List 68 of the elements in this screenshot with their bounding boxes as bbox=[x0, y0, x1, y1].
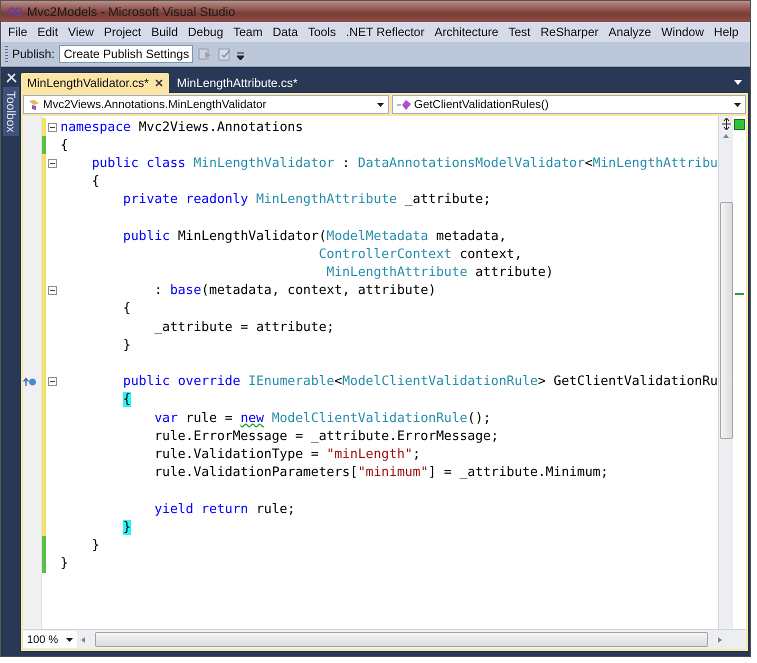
class-icon bbox=[28, 98, 40, 110]
collapse-icon[interactable] bbox=[48, 286, 57, 296]
menu-item[interactable]: Help bbox=[708, 25, 744, 39]
code-line: MinLengthAttribute attribute) bbox=[326, 265, 554, 280]
caret-icon bbox=[66, 638, 74, 642]
vertical-scrollbar-thumb[interactable] bbox=[720, 202, 733, 439]
menu-item[interactable]: .NET Reflector bbox=[340, 25, 430, 39]
code-line: { bbox=[60, 138, 68, 153]
menu-item[interactable]: Architecture bbox=[429, 25, 504, 39]
code-line: : base(metadata, context, attribute) bbox=[154, 283, 436, 298]
type-dropdown[interactable]: Mvc2Views.Annotations.MinLengthValidator bbox=[23, 95, 389, 114]
member-dropdown[interactable]: GetClientValidationRules() bbox=[392, 95, 746, 114]
code-line: yield return rule; bbox=[154, 502, 296, 517]
code-line: rule.ValidationParameters["minimum"] = _attribute.Minimum; bbox=[154, 465, 608, 480]
document-tab[interactable]: MinLengthAttribute.cs* bbox=[170, 73, 304, 93]
code-line: } bbox=[123, 338, 131, 353]
zoom-dropdown[interactable]: 100 % bbox=[23, 631, 78, 648]
menu-item[interactable]: Window bbox=[656, 25, 709, 39]
code-line: public class MinLengthValidator : DataAnnotationsModelValidator<MinLengthAttribu bbox=[92, 156, 718, 171]
code-line: rule.ValidationType = "minLength"; bbox=[154, 446, 420, 462]
code-line: ControllerContext context, bbox=[318, 246, 522, 262]
collapse-icon[interactable] bbox=[48, 122, 57, 132]
menu-item[interactable]: File bbox=[3, 25, 32, 39]
publish-settings-dropdown[interactable]: Create Publish Settings bbox=[58, 45, 193, 63]
code-line: public override IEnumerable<ModelClientValidationRule> GetClientValidationRu bbox=[123, 374, 718, 390]
tab-list-caret-icon[interactable] bbox=[734, 80, 742, 85]
menu-item[interactable]: View bbox=[63, 25, 99, 39]
collapse-icon[interactable] bbox=[48, 377, 57, 386]
code-line: } bbox=[92, 538, 100, 553]
toolbox-icon[interactable] bbox=[4, 71, 18, 84]
horizontal-scrollbar-thumb[interactable] bbox=[95, 632, 708, 647]
menu-item[interactable]: Data bbox=[268, 25, 303, 39]
scroll-right-icon[interactable] bbox=[718, 636, 722, 642]
scroll-left-icon[interactable] bbox=[81, 636, 86, 642]
code-line: { bbox=[123, 301, 131, 316]
menu-item[interactable]: Build bbox=[146, 25, 183, 39]
code-line: var rule = new ModelClientValidationRule(); bbox=[154, 410, 491, 426]
document-tab[interactable]: MinLengthValidator.cs* bbox=[21, 73, 169, 93]
publish-label: Publish: bbox=[12, 47, 55, 61]
code-line: public MinLengthValidator(ModelMetadata metadata, bbox=[123, 228, 507, 244]
menu-item[interactable]: Debug bbox=[182, 25, 228, 39]
status-square-icon bbox=[734, 119, 746, 130]
code-line: private readonly MinLengthAttribute _attribute; bbox=[123, 192, 491, 208]
menu-item[interactable]: Edit bbox=[32, 25, 64, 39]
toolbox-tab[interactable]: Toolbox bbox=[3, 87, 19, 136]
menu-item[interactable]: Test bbox=[503, 25, 536, 39]
infinity-logo-icon bbox=[7, 7, 23, 16]
scroll-up-icon[interactable] bbox=[723, 134, 730, 138]
code-line: } bbox=[60, 556, 68, 572]
checklist-icon[interactable] bbox=[216, 46, 233, 62]
window-title: Mvc2Models - Microsoft Visual Studio bbox=[27, 4, 236, 18]
arrow-circle-icon[interactable] bbox=[23, 376, 37, 387]
collapse-icon[interactable] bbox=[48, 158, 57, 168]
menu-item[interactable]: Tools bbox=[302, 25, 341, 39]
menu-item[interactable]: Project bbox=[98, 25, 146, 39]
method-icon bbox=[397, 98, 411, 110]
menu-item[interactable]: ReSharper bbox=[535, 25, 604, 39]
code-line: _attribute = attribute; bbox=[154, 320, 334, 335]
code-line: namespace Mvc2Views.Annotations bbox=[60, 120, 304, 135]
caret-icon bbox=[734, 102, 741, 106]
close-icon[interactable] bbox=[154, 79, 163, 87]
caret-icon bbox=[377, 102, 384, 106]
code-line: rule.ErrorMessage = _attribute.ErrorMessage; bbox=[154, 428, 499, 444]
menu-item[interactable]: Team bbox=[228, 25, 268, 39]
change-mark bbox=[735, 293, 744, 295]
code-line: { bbox=[92, 174, 100, 190]
menu-item[interactable]: Analyze bbox=[604, 25, 656, 39]
split-handle-icon[interactable] bbox=[720, 118, 732, 130]
